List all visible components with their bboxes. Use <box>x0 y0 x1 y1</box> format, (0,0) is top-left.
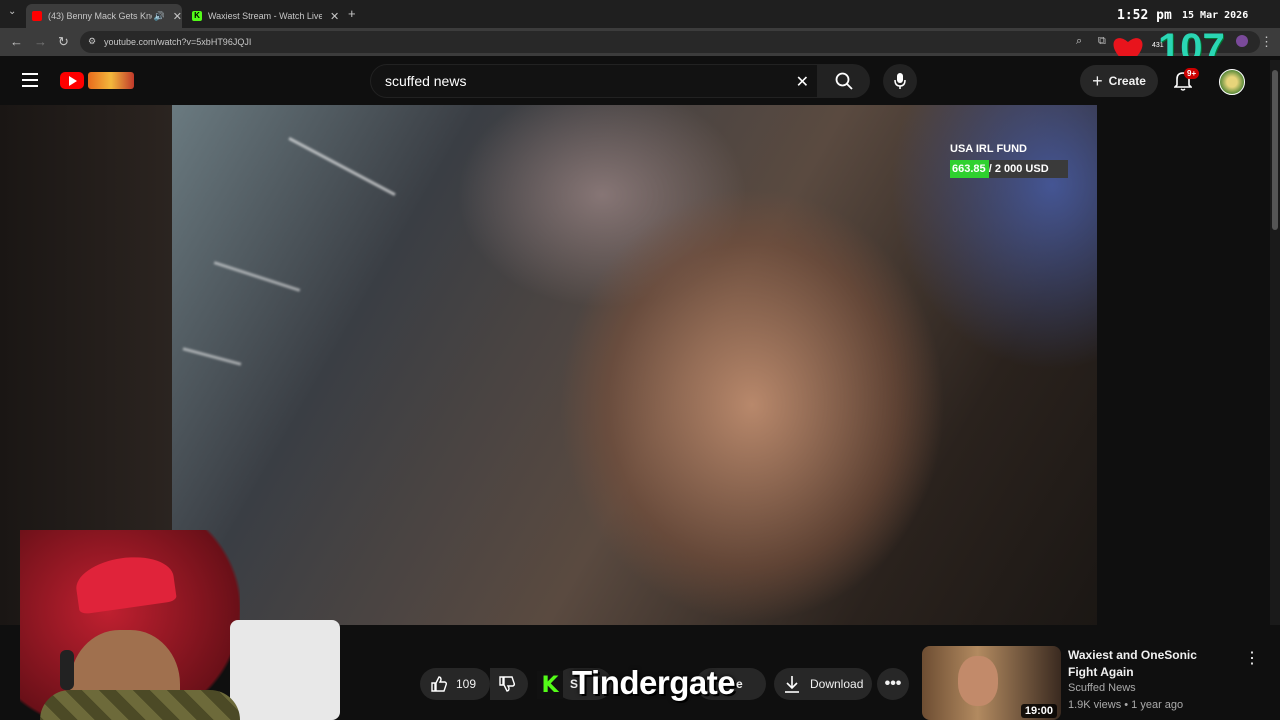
create-label: Create <box>1108 74 1146 88</box>
fund-goal: / 2 000 USD <box>985 163 1049 175</box>
notification-badge: 9+ <box>1184 68 1200 79</box>
pillow <box>230 620 340 720</box>
fund-title: USA IRL FUND <box>950 143 1027 155</box>
kick-favicon-icon: K <box>192 11 202 21</box>
doodle-logo[interactable] <box>88 72 134 89</box>
forward-icon[interactable]: → <box>34 34 47 49</box>
youtube-logo[interactable] <box>60 72 84 89</box>
back-icon[interactable]: ← <box>10 34 23 49</box>
tab-search-chevron-icon[interactable]: ⌄ <box>8 6 16 17</box>
browser-tab-bar: ⌄ (43) Benny Mack Gets Knoc 🔊 ✕ K Waxies… <box>0 0 1280 28</box>
profile-avatar[interactable] <box>1236 35 1248 47</box>
dislike-button[interactable] <box>490 668 528 700</box>
fund-amount: 663.85 <box>952 163 986 175</box>
search-input[interactable]: scuffed news ✕ <box>370 64 818 98</box>
clear-search-icon[interactable]: ✕ <box>796 72 809 92</box>
webcam-overlay <box>0 510 420 720</box>
new-tab-button[interactable]: + <box>348 6 356 21</box>
account-avatar[interactable] <box>1219 69 1245 95</box>
reload-icon[interactable]: ↻ <box>58 34 69 50</box>
light-streak <box>182 347 242 366</box>
thumbs-down-icon <box>499 676 516 692</box>
hamburger-menu-icon[interactable] <box>22 73 38 87</box>
tab-youtube[interactable]: (43) Benny Mack Gets Knoc 🔊 ✕ <box>26 4 182 28</box>
create-button[interactable]: + Create <box>1080 65 1158 97</box>
youtube-header: scuffed news ✕ + Create 9+ <box>0 56 1280 105</box>
light-streak <box>213 261 301 292</box>
stream-title-overlay: Tindergate <box>572 664 736 701</box>
browser-menu-icon[interactable]: ⋮ <box>1260 34 1273 50</box>
headphones-icon <box>60 650 74 690</box>
fund-progress-bar: 663.85 / 2 000 USD <box>950 160 1068 178</box>
install-icon[interactable]: ⧉ <box>1098 35 1106 48</box>
download-button[interactable]: Download <box>774 668 872 700</box>
thumbs-up-icon <box>431 676 448 692</box>
kick-logo-icon: K <box>537 671 563 699</box>
microphone-icon <box>894 73 906 89</box>
address-bar-row: ← → ↻ ⚙ youtube.com/watch?v=5xbHT96JQJI … <box>0 28 1280 56</box>
notifications-button[interactable]: 9+ <box>1173 68 1200 96</box>
like-button[interactable]: 109 <box>420 668 490 700</box>
speaker-icon[interactable]: 🔊 <box>154 11 165 22</box>
tab-kick[interactable]: K Waxiest Stream - Watch Live on ✕ <box>186 4 342 28</box>
more-actions-button[interactable]: ••• <box>877 668 909 700</box>
light-streak <box>288 137 396 196</box>
scrollbar-thumb[interactable] <box>1272 70 1278 230</box>
tab-title: (43) Benny Mack Gets Knoc <box>48 11 152 21</box>
search-button[interactable] <box>818 64 870 98</box>
like-count: 109 <box>456 677 477 691</box>
close-tab-icon[interactable]: ✕ <box>173 10 182 23</box>
close-tab-icon[interactable]: ✕ <box>330 10 339 23</box>
share-label: e <box>736 677 743 691</box>
download-icon <box>785 676 799 693</box>
recommended-video-title[interactable]: Waxiest and OneSonic Fight Again <box>1068 647 1228 681</box>
plus-icon: + <box>1092 70 1103 91</box>
recommended-video-thumbnail[interactable]: 19:00 <box>922 646 1061 720</box>
more-horizontal-icon: ••• <box>884 675 902 692</box>
fund-overlay: USA IRL FUND 663.85 / 2 000 USD <box>950 143 1068 178</box>
search-icon <box>835 72 853 90</box>
zoom-icon[interactable]: ⌕ <box>1076 35 1082 48</box>
camo-shirt <box>40 690 240 720</box>
site-info-icon[interactable]: ⚙ <box>88 36 96 47</box>
thumbnail-person <box>958 656 998 706</box>
tab-title: Waxiest Stream - Watch Live on <box>208 11 322 21</box>
voice-search-button[interactable] <box>883 64 917 98</box>
video-options-icon[interactable]: ⋮ <box>1244 648 1260 668</box>
url-text: youtube.com/watch?v=5xbHT96JQJI <box>104 37 252 47</box>
fund-text: 663.85 / 2 000 USD <box>952 163 1049 175</box>
overlay-clock-time: 1:52 pm <box>1117 8 1172 23</box>
url-field[interactable]: ⚙ youtube.com/watch?v=5xbHT96JQJI ⌕ ⧉ <box>80 31 1260 53</box>
youtube-favicon-icon <box>32 11 42 21</box>
page-scrollbar[interactable] <box>1270 60 1280 720</box>
search-value: scuffed news <box>385 73 467 89</box>
download-label: Download <box>810 677 864 691</box>
video-duration: 19:00 <box>1020 704 1057 718</box>
recommended-video-channel[interactable]: Scuffed News <box>1068 682 1136 694</box>
overlay-clock-date: 15 Mar 2026 <box>1182 10 1249 21</box>
recommended-video-meta: 1.9K views • 1 year ago <box>1068 699 1184 711</box>
